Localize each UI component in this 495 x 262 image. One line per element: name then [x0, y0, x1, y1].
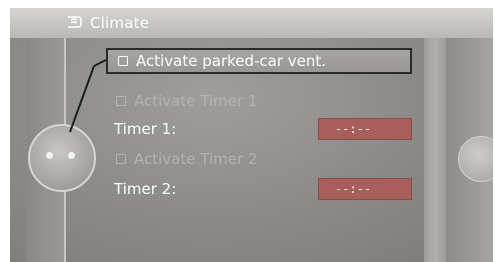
timer-1-value: --:--	[335, 122, 372, 136]
menu-item-activate-timer-2[interactable]: Activate Timer 2	[106, 146, 257, 172]
checkbox-timer-2[interactable]	[116, 154, 126, 164]
idrive-screenshot: Climate Activate parked-car vent. Activa…	[0, 0, 495, 262]
menu-item-label: Activate parked-car vent.	[136, 52, 327, 70]
checkbox-parked-car-vent[interactable]	[118, 56, 128, 66]
timer-2-field[interactable]: --:--	[318, 178, 412, 200]
timer-2-label: Timer 2:	[114, 180, 177, 198]
timer-2-value: --:--	[335, 182, 372, 196]
checkbox-timer-1[interactable]	[116, 96, 126, 106]
timer-1-field[interactable]: --:--	[318, 118, 412, 140]
menu-item-activate-parked-car-vent[interactable]: Activate parked-car vent.	[106, 48, 412, 74]
climate-screen: Climate Activate parked-car vent. Activa…	[10, 8, 493, 262]
timer-1-label: Timer 1:	[114, 120, 177, 138]
menu-item-label: Activate Timer 2	[134, 150, 258, 168]
menu-item-label: Activate Timer 1	[134, 92, 258, 110]
selection-pointer-line	[69, 59, 107, 133]
menu-item-activate-timer-1[interactable]: Activate Timer 1	[106, 88, 257, 114]
